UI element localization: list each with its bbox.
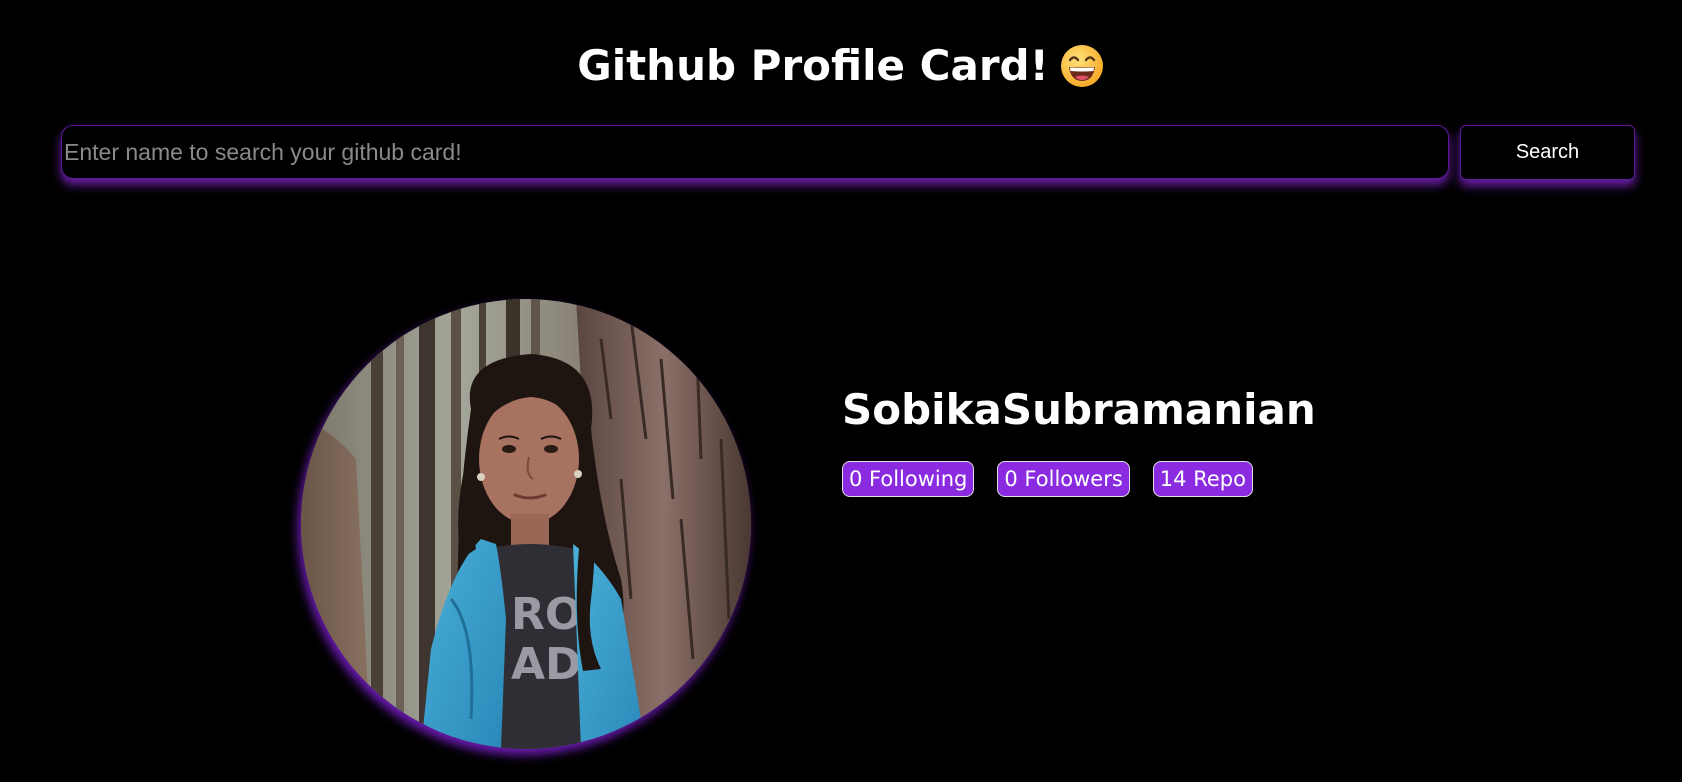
svg-text:RO: RO	[511, 589, 582, 640]
followers-badge: 0 Followers	[997, 461, 1130, 497]
page-title: Github Profile Card!	[577, 41, 1049, 90]
search-button[interactable]: Search	[1460, 125, 1635, 180]
svg-text:AD: AD	[511, 639, 582, 690]
following-badge: 0 Following	[842, 461, 975, 497]
title-row: Github Profile Card!	[0, 38, 1682, 94]
avatar: RO AD	[301, 299, 751, 749]
profile-username: SobikaSubramanian	[842, 385, 1316, 434]
repo-badge: 14 Repo	[1152, 461, 1253, 497]
grinning-face-icon	[1059, 43, 1105, 89]
profile-stats: 0 Following 0 Followers 14 Repo	[842, 461, 1253, 497]
search-input[interactable]	[61, 125, 1449, 179]
page: Github Profile Card! Search	[0, 0, 1682, 782]
